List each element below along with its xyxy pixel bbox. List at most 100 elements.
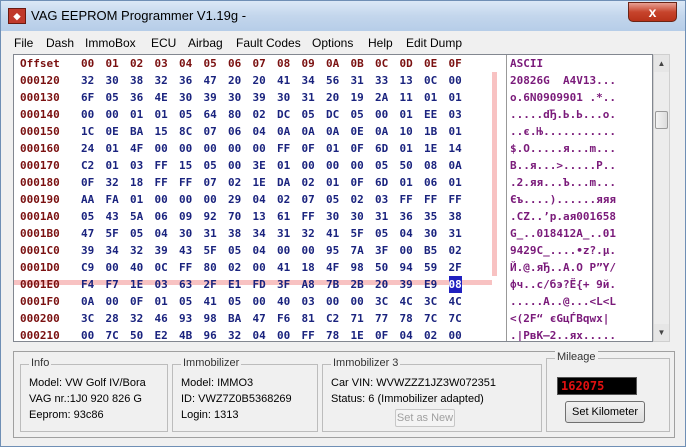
- hex-byte[interactable]: 4F: [326, 259, 339, 276]
- hex-byte[interactable]: F4: [81, 276, 94, 293]
- hex-byte[interactable]: 02: [424, 327, 437, 341]
- hex-byte[interactable]: 18: [130, 174, 143, 191]
- hex-byte[interactable]: 31: [277, 225, 290, 242]
- menu-dash[interactable]: Dash: [46, 36, 74, 50]
- hex-byte[interactable]: 1E: [424, 140, 437, 157]
- hex-byte[interactable]: 3C: [81, 310, 94, 327]
- hex-byte[interactable]: 00: [106, 106, 119, 123]
- hex-byte[interactable]: 0F: [351, 140, 364, 157]
- hex-byte[interactable]: 39: [81, 242, 94, 259]
- hex-byte[interactable]: 03: [449, 106, 462, 123]
- hex-byte[interactable]: 01: [449, 123, 462, 140]
- hex-byte[interactable]: 30: [351, 208, 364, 225]
- hex-byte[interactable]: 43: [179, 242, 192, 259]
- hex-byte[interactable]: E2: [155, 327, 168, 341]
- hex-byte[interactable]: 32: [130, 310, 143, 327]
- hex-byte[interactable]: 01: [155, 293, 168, 310]
- hex-byte[interactable]: 1E: [351, 327, 364, 341]
- hex-byte[interactable]: 41: [204, 293, 217, 310]
- hex-byte[interactable]: 0A: [302, 123, 315, 140]
- hex-byte[interactable]: 00: [204, 191, 217, 208]
- hex-byte[interactable]: 3C: [424, 293, 437, 310]
- ascii-cell[interactable]: .2.яя...Ъ...m...: [510, 174, 616, 191]
- hex-byte[interactable]: C2: [326, 310, 339, 327]
- hex-byte[interactable]: 02: [228, 259, 241, 276]
- hex-byte[interactable]: 36: [130, 89, 143, 106]
- ascii-cell[interactable]: В..я...>.....P..: [510, 157, 616, 174]
- hex-byte[interactable]: 0A: [81, 293, 94, 310]
- hex-byte[interactable]: 81: [302, 310, 315, 327]
- hex-byte[interactable]: 41: [326, 225, 339, 242]
- hex-byte[interactable]: 05: [179, 293, 192, 310]
- hex-byte[interactable]: FF: [179, 259, 192, 276]
- hex-byte[interactable]: 47: [253, 310, 266, 327]
- hex-byte[interactable]: C2: [81, 157, 94, 174]
- hex-byte[interactable]: 04: [253, 242, 266, 259]
- hex-byte[interactable]: 34: [253, 225, 266, 242]
- hex-byte[interactable]: 46: [155, 310, 168, 327]
- hex-byte[interactable]: 7C: [449, 310, 462, 327]
- hex-byte[interactable]: 92: [204, 208, 217, 225]
- menu-edit-dump[interactable]: Edit Dump: [406, 36, 462, 50]
- hex-byte[interactable]: 71: [351, 310, 364, 327]
- hex-byte[interactable]: 00: [155, 140, 168, 157]
- hex-byte[interactable]: 31: [449, 225, 462, 242]
- hex-byte[interactable]: 7A: [351, 242, 364, 259]
- hex-byte[interactable]: 06: [228, 123, 241, 140]
- hex-byte[interactable]: 00: [253, 259, 266, 276]
- hex-byte[interactable]: 02: [302, 174, 315, 191]
- hex-byte[interactable]: 30: [179, 89, 192, 106]
- hex-byte[interactable]: 28: [106, 310, 119, 327]
- hex-byte[interactable]: 00: [302, 157, 315, 174]
- hex-byte[interactable]: FF: [155, 174, 168, 191]
- hex-byte[interactable]: 0F: [351, 174, 364, 191]
- hex-byte[interactable]: 05: [302, 106, 315, 123]
- hex-byte[interactable]: 30: [179, 225, 192, 242]
- hex-byte[interactable]: 01: [277, 157, 290, 174]
- hex-byte[interactable]: 5A: [130, 208, 143, 225]
- hex-byte[interactable]: 38: [228, 225, 241, 242]
- hex-byte[interactable]: 04: [253, 191, 266, 208]
- hex-byte[interactable]: 80: [204, 259, 217, 276]
- hex-byte[interactable]: 7B: [326, 276, 339, 293]
- hex-byte[interactable]: FA: [106, 191, 119, 208]
- scroll-thumb[interactable]: [655, 111, 668, 129]
- menu-immobox[interactable]: ImmoBox: [85, 36, 136, 50]
- hex-byte[interactable]: 00: [449, 72, 462, 89]
- hex-byte[interactable]: 7C: [106, 327, 119, 341]
- hex-byte[interactable]: 06: [424, 174, 437, 191]
- hex-byte[interactable]: 95: [326, 242, 339, 259]
- hex-byte[interactable]: 05: [326, 191, 339, 208]
- hex-byte[interactable]: 0E: [351, 123, 364, 140]
- menu-options[interactable]: Options: [312, 36, 353, 50]
- hex-byte[interactable]: 5F: [351, 225, 364, 242]
- hex-byte[interactable]: 2A: [375, 89, 388, 106]
- hex-byte[interactable]: 0F: [130, 293, 143, 310]
- hex-byte[interactable]: 08: [448, 276, 462, 293]
- hex-byte[interactable]: 20: [375, 276, 388, 293]
- hex-byte[interactable]: 30: [106, 72, 119, 89]
- ascii-cell[interactable]: o.6N0909901 .*..: [510, 89, 616, 106]
- hex-byte[interactable]: 01: [424, 89, 437, 106]
- hex-byte[interactable]: 04: [155, 225, 168, 242]
- hex-byte[interactable]: 00: [228, 140, 241, 157]
- hex-byte[interactable]: 24: [81, 140, 94, 157]
- menu-file[interactable]: File: [14, 36, 33, 50]
- hex-byte[interactable]: 4E: [155, 89, 168, 106]
- menu-ecu[interactable]: ECU: [151, 36, 176, 50]
- hex-byte[interactable]: 06: [155, 208, 168, 225]
- hex-byte[interactable]: 01: [449, 174, 462, 191]
- hex-byte[interactable]: 05: [351, 106, 364, 123]
- scroll-down-icon[interactable]: ▼: [654, 324, 669, 341]
- hex-byte[interactable]: 8C: [179, 123, 192, 140]
- hex-byte[interactable]: 80: [228, 106, 241, 123]
- hex-byte[interactable]: FF: [179, 174, 192, 191]
- menu-airbag[interactable]: Airbag: [188, 36, 223, 50]
- hex-byte[interactable]: 05: [130, 225, 143, 242]
- hex-byte[interactable]: 3E: [253, 157, 266, 174]
- hex-byte[interactable]: 05: [228, 293, 241, 310]
- hex-byte[interactable]: E1: [228, 276, 241, 293]
- hex-byte[interactable]: 36: [179, 72, 192, 89]
- hex-byte[interactable]: 04: [253, 123, 266, 140]
- ascii-cell[interactable]: .CZ..’p.aя001658: [510, 208, 616, 225]
